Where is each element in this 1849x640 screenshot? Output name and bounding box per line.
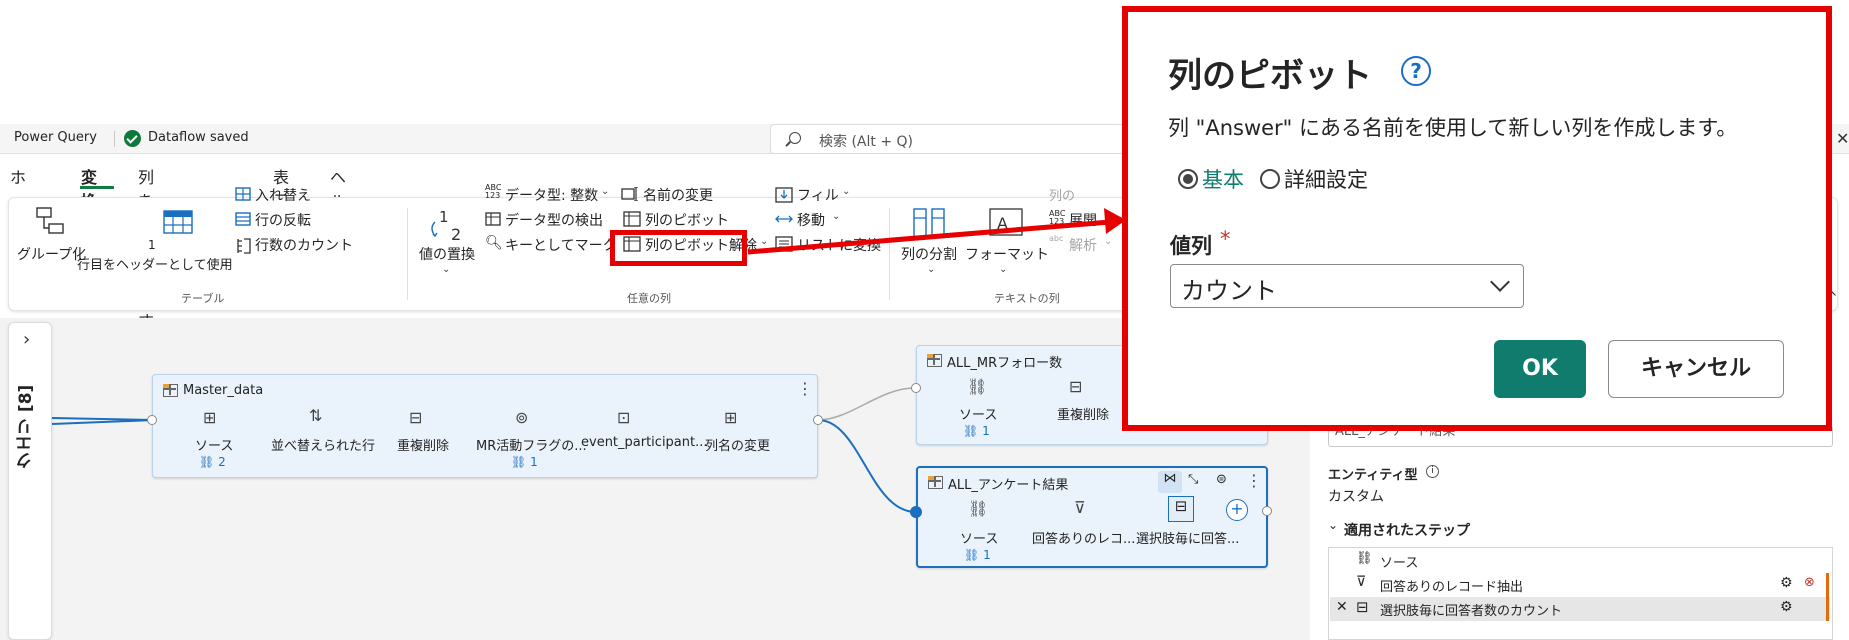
more-options-icon[interactable]: ⋮ — [1246, 471, 1262, 490]
help-icon[interactable]: ? — [1401, 56, 1431, 86]
share-icon[interactable]: ⋈ — [1158, 471, 1182, 493]
connector-port — [147, 415, 157, 425]
query-node-survey[interactable]: ALL_アンケート結果 ⋈ ⤡ ⊜ ⋮ ⛓ ⊽ ⊟ + ソース 回答ありのレコ.… — [910, 466, 1272, 568]
applied-steps-label: 適用されたステップ — [1344, 523, 1470, 539]
step-label[interactable]: 重複削除 — [397, 435, 449, 454]
link-count[interactable]: ⛓ 1 — [963, 424, 990, 438]
power-query-window: Power Query Dataflow saved 検索 (Alt + Q) … — [0, 0, 1849, 640]
step-label[interactable]: 列名の変更 — [705, 435, 770, 454]
selected-value: カウント — [1181, 277, 1277, 305]
step-label[interactable]: ソース — [960, 528, 998, 547]
group-by-icon[interactable]: ⊟ — [1168, 496, 1194, 522]
step-indicator — [1826, 573, 1829, 597]
collapse-icon[interactable]: ⤡ — [1188, 472, 1198, 487]
dialog-title: 列のピボット — [1168, 56, 1372, 96]
table-icon — [927, 354, 942, 367]
entity-type-label: エンティティ型 — [1328, 468, 1418, 483]
step-label[interactable]: MR活動フラグの... — [476, 435, 587, 454]
chevron-down-icon — [1490, 272, 1510, 292]
source-icon: ⛓ — [968, 499, 989, 518]
connector-port — [910, 506, 922, 518]
step-label[interactable]: event_participant... — [581, 435, 708, 450]
ok-button[interactable]: OK — [1494, 340, 1586, 398]
connector-port — [911, 383, 921, 393]
connector-port — [813, 415, 823, 425]
value-column-select[interactable]: カウント — [1170, 264, 1524, 308]
column-icon: ⊡ — [617, 408, 631, 427]
applied-step[interactable]: ⊽ 回答ありのレコード抽出 ⚙ ⊗ — [1330, 573, 1830, 597]
step-label[interactable]: 並べ替えられた行 — [271, 435, 375, 454]
applied-step-label: 回答ありのレコード抽出 — [1380, 580, 1524, 595]
filter-icon: ⊽ — [1074, 498, 1086, 517]
more-options-icon[interactable]: ⋮ — [797, 379, 813, 398]
applied-step[interactable]: ✕ ⊟ 選択肢毎に回答者数のカウント ⚙ — [1330, 597, 1830, 621]
applied-step-label: 選択肢毎に回答者数のカウント — [1380, 604, 1563, 619]
source-icon: ⛓ — [967, 377, 988, 396]
source-icon: ⊞ — [203, 408, 217, 427]
pivot-column-dialog: 列のピボット ? 列 "Answer" にある名前を使用して新しい列を作成します… — [1122, 6, 1832, 431]
node-title: Master_data — [183, 383, 264, 398]
entity-type-value: カスタム — [1328, 489, 1384, 505]
node-title: ALL_アンケート結果 — [948, 478, 1069, 493]
radio-advanced[interactable] — [1260, 169, 1280, 189]
step-label[interactable]: 選択肢毎に回答... — [1136, 528, 1239, 547]
sort-icon: ⇅ — [309, 406, 323, 425]
step-label[interactable]: ソース — [195, 435, 233, 454]
dialog-description: 列 "Answer" にある名前を使用して新しい列を作成します。 — [1168, 116, 1738, 140]
radio-advanced-label[interactable]: 詳細設定 — [1284, 164, 1368, 194]
node-title: ALL_MRフォロー数 — [947, 356, 1063, 371]
value-column-label: 値列 — [1170, 234, 1212, 258]
step-indicator — [1826, 597, 1829, 621]
remove-duplicates-icon: ⊟ — [1069, 377, 1083, 396]
info-icon[interactable]: i — [1426, 465, 1439, 478]
source-icon: ⛓ — [1356, 551, 1373, 566]
delete-icon[interactable]: ✕ — [1336, 599, 1348, 615]
gear-icon[interactable]: ⚙ — [1780, 599, 1793, 615]
chevron-down-icon[interactable]: ⌄ — [1328, 518, 1338, 532]
table-icon — [928, 476, 943, 489]
connector-port — [1262, 506, 1272, 516]
radio-basic-label[interactable]: 基本 — [1202, 164, 1244, 194]
filter-icon: ⊽ — [1356, 574, 1367, 590]
warning-icon[interactable]: ⊗ — [1804, 575, 1815, 590]
link-count[interactable]: ⛓ 1 — [964, 548, 991, 562]
required-mark: * — [1220, 227, 1231, 251]
settings-icon[interactable]: ⊜ — [1216, 472, 1227, 487]
link-count[interactable]: ⛓ 1 — [511, 455, 538, 469]
merge-icon: ⊚ — [515, 408, 529, 427]
gear-icon[interactable]: ⚙ — [1780, 575, 1793, 591]
applied-step-label: ソース — [1380, 556, 1419, 571]
radio-basic[interactable] — [1178, 169, 1198, 189]
step-label[interactable]: 回答ありのレコ... — [1032, 528, 1135, 547]
query-node-master-data[interactable]: Master_data ⋮ ⊞ ⇅ ⊟ ⊚ ⊡ ⊞ ソース 並べ替えられた行 重… — [147, 374, 823, 478]
cancel-button[interactable]: キャンセル — [1608, 340, 1784, 398]
rename-icon: ⊞ — [724, 408, 738, 427]
remove-duplicates-icon: ⊟ — [409, 408, 423, 427]
group-by-icon: ⊟ — [1356, 598, 1369, 616]
link-count[interactable]: ⛓ 2 — [199, 455, 226, 469]
step-label[interactable]: ソース — [959, 404, 997, 423]
table-icon — [163, 384, 178, 397]
step-label[interactable]: 重複削除 — [1057, 404, 1109, 423]
applied-step[interactable]: ⛓ ソース — [1330, 549, 1830, 573]
add-step-icon[interactable]: + — [1226, 499, 1248, 521]
